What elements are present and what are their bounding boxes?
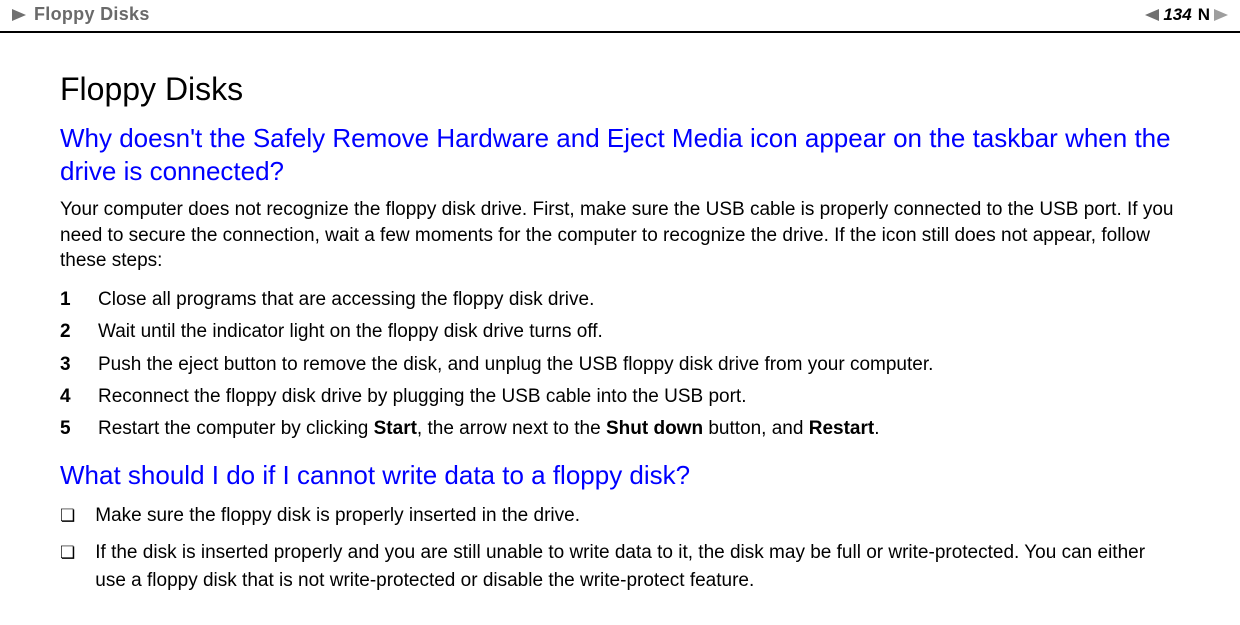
bold-restart: Restart (809, 418, 874, 439)
square-bullet-icon: ❏ (60, 539, 75, 594)
step-number: 2 (60, 316, 76, 348)
step-number: 1 (60, 284, 76, 316)
step-item: 1 Close all programs that are accessing … (60, 284, 1180, 316)
question-heading-2: What should I do if I cannot write data … (60, 459, 1180, 492)
nav-forward-icon[interactable] (12, 9, 26, 21)
square-bullet-icon: ❏ (60, 502, 75, 530)
step-item: 4 Reconnect the floppy disk drive by plu… (60, 381, 1180, 413)
page-prev-icon[interactable] (1145, 9, 1159, 21)
page-content: Floppy Disks Why doesn't the Safely Remo… (0, 33, 1240, 595)
page-header: Floppy Disks 134 N (0, 0, 1240, 33)
bullet-list: ❏ Make sure the floppy disk is properly … (60, 502, 1180, 595)
nav-letter: N (1198, 5, 1210, 25)
step-item: 5 Restart the computer by clicking Start… (60, 413, 1180, 445)
t: Restart the computer by clicking (98, 418, 374, 439)
document-page: Floppy Disks 134 N Floppy Disks Why does… (0, 0, 1240, 625)
step-text: Wait until the indicator light on the fl… (98, 316, 603, 348)
t: . (874, 418, 879, 439)
intro-paragraph: Your computer does not recognize the flo… (60, 197, 1180, 274)
steps-list: 1 Close all programs that are accessing … (60, 284, 1180, 445)
question-heading-1: Why doesn't the Safely Remove Hardware a… (60, 122, 1180, 187)
step-text: Push the eject button to remove the disk… (98, 349, 933, 381)
header-left: Floppy Disks (12, 4, 150, 25)
page-number: 134 (1163, 5, 1193, 25)
step-text: Restart the computer by clicking Start, … (98, 413, 879, 445)
section-title: Floppy Disks (60, 71, 1180, 108)
step-text: Reconnect the floppy disk drive by plugg… (98, 381, 747, 413)
step-text: Close all programs that are accessing th… (98, 284, 594, 316)
t: , the arrow next to the (417, 418, 606, 439)
bullet-text: Make sure the floppy disk is properly in… (95, 502, 580, 530)
list-item: ❏ Make sure the floppy disk is properly … (60, 502, 1180, 530)
page-next-icon[interactable] (1214, 9, 1228, 21)
t: button, and (703, 418, 809, 439)
step-item: 3 Push the eject button to remove the di… (60, 349, 1180, 381)
step-item: 2 Wait until the indicator light on the … (60, 316, 1180, 348)
list-item: ❏ If the disk is inserted properly and y… (60, 539, 1180, 594)
step-number: 3 (60, 349, 76, 381)
header-right: 134 N (1145, 5, 1228, 25)
step-number: 5 (60, 413, 76, 445)
bold-shutdown: Shut down (606, 418, 703, 439)
breadcrumb[interactable]: Floppy Disks (34, 4, 150, 25)
step-number: 4 (60, 381, 76, 413)
bullet-text: If the disk is inserted properly and you… (95, 539, 1180, 594)
bold-start: Start (374, 418, 417, 439)
